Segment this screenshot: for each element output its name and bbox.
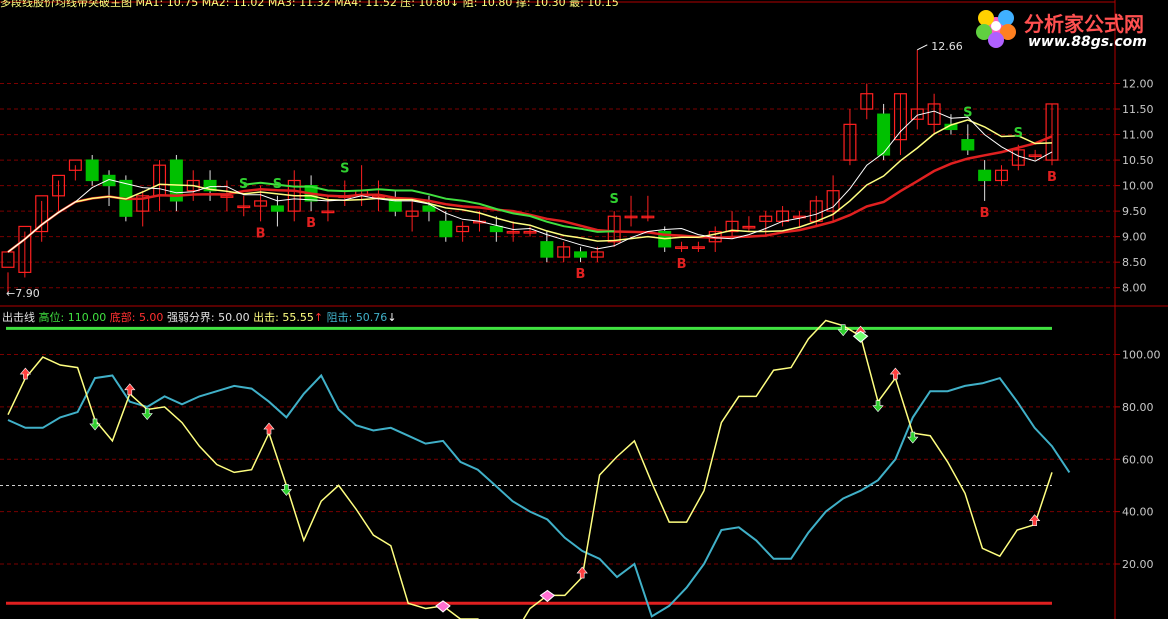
candle-body <box>961 139 975 151</box>
up-arrow-icon <box>889 367 902 380</box>
min-price-label: ←7.90 <box>6 287 40 300</box>
legend-bottom-label: 底部: <box>109 311 136 324</box>
candle-body <box>540 241 554 258</box>
logo-title: 分析家公式网 <box>1024 12 1144 36</box>
legend-strike-arrow-icon: ↑ <box>313 311 324 324</box>
up-arrow-icon <box>19 367 32 380</box>
sell-signal-label: S <box>1014 126 1023 141</box>
down-arrow-icon <box>280 484 293 496</box>
candle-body <box>574 251 588 258</box>
buy-signal-label: B <box>1047 170 1057 185</box>
max-pointer <box>917 44 928 51</box>
sell-signal-label: S <box>273 177 282 192</box>
up-arrow-icon <box>124 383 136 396</box>
candle-body <box>85 159 99 182</box>
down-arrow-icon <box>141 408 153 420</box>
buy-signal-label: B <box>306 216 316 231</box>
down-arrow-icon <box>872 400 884 413</box>
sell-signal-label: S <box>610 192 619 207</box>
candle-body <box>877 113 891 156</box>
legend-resist-arrow-icon: ↓ <box>387 311 397 324</box>
candle-body <box>439 220 453 238</box>
legend-bottom-value: 5.00 <box>138 311 164 324</box>
sell-signal-label: S <box>963 105 972 120</box>
strike-line <box>7 319 1053 619</box>
legend-strike-value: 55.55 <box>282 311 314 324</box>
price-tick-label: 8.00 <box>1122 282 1147 295</box>
up-arrow-icon <box>576 566 588 579</box>
indicator-tick-label: 100.00 <box>1122 349 1161 362</box>
sell-signal-label: S <box>239 177 248 192</box>
candle-body <box>978 169 992 182</box>
buy-signal-label: B <box>576 267 586 282</box>
logo-url: www.88gs.com <box>1028 34 1147 50</box>
legend-strike-label: 出击: <box>253 311 279 324</box>
indicator-tick-label: 40.00 <box>1122 506 1154 519</box>
site-logo: 分析家公式网 www.88gs.com <box>972 2 1168 54</box>
indicator-tick-label: 80.00 <box>1122 401 1154 414</box>
price-tick-label: 9.50 <box>1122 205 1147 218</box>
legend-high-value: 110.00 <box>67 311 107 324</box>
up-arrow-icon <box>263 422 275 435</box>
resist-line <box>7 373 1071 618</box>
buy-signal-label: B <box>677 257 687 272</box>
candle-body <box>270 205 284 212</box>
legend-resist-value: 50.76 <box>355 311 388 324</box>
price-tick-label: 10.00 <box>1122 180 1154 193</box>
price-tick-label: 11.50 <box>1122 103 1154 116</box>
legend-name: 出击线 <box>2 311 35 324</box>
candle-body <box>388 200 402 212</box>
candle-body <box>1 251 15 268</box>
legend-mid-value: 50.00 <box>218 311 250 324</box>
indicator-tick-label: 60.00 <box>1122 453 1154 466</box>
buy-signal-label: B <box>980 206 990 221</box>
candle-body <box>489 225 503 233</box>
price-tick-label: 11.00 <box>1122 129 1154 142</box>
price-tick-label: 10.50 <box>1122 154 1154 167</box>
down-arrow-icon <box>89 418 101 431</box>
buy-signal-label: B <box>256 226 266 241</box>
legend-resist-label: 阻击: <box>326 311 353 324</box>
legend-high-label: 高位: <box>38 311 65 324</box>
down-arrow-icon <box>837 324 849 337</box>
indicator-tick-label: 20.00 <box>1122 558 1154 571</box>
max-price-label: 12.66 <box>931 40 963 53</box>
price-tick-label: 9.00 <box>1122 231 1147 244</box>
price-tick-label: 8.50 <box>1122 256 1147 269</box>
sell-signal-label: S <box>340 162 349 177</box>
price-tick-label: 12.00 <box>1122 78 1154 91</box>
header-text: 多段线股价均线带突破主图 MA1: 10.75 MA2: 11.02 MA3: … <box>0 0 619 9</box>
legend-mid-label: 强弱分界: <box>166 311 215 324</box>
indicator-legend: 出击线 高位: 110.00 底部: 5.00 强弱分界: 50.00 出击: … <box>2 309 397 325</box>
